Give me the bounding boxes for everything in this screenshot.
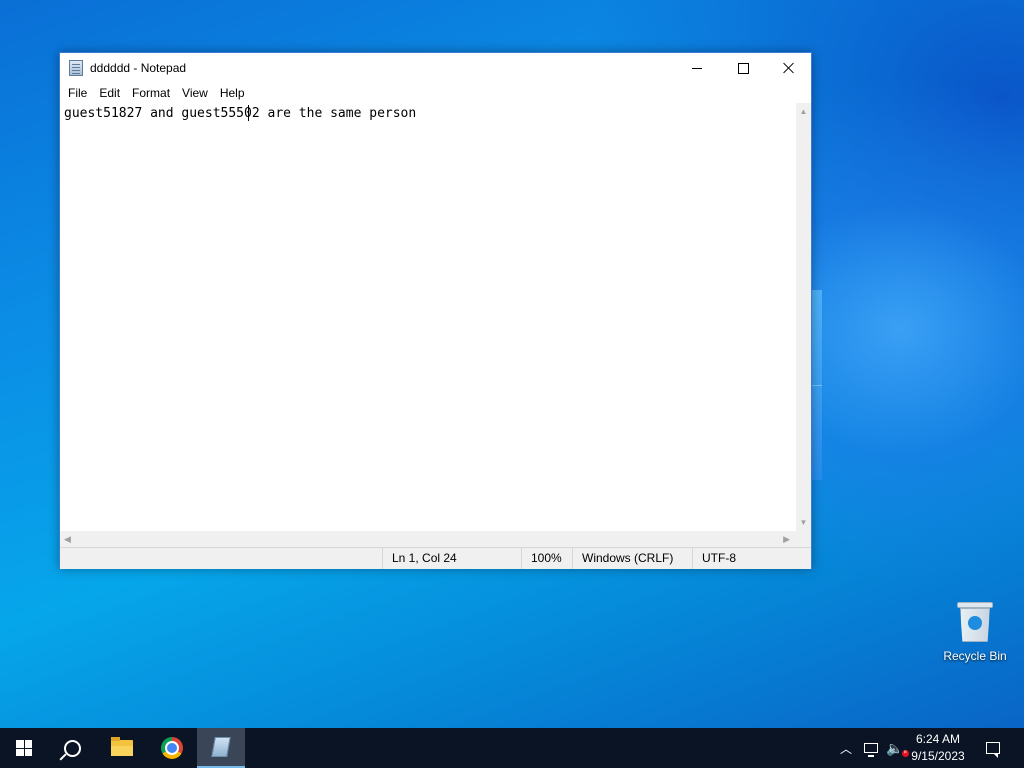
- menu-edit[interactable]: Edit: [93, 86, 126, 100]
- recycle-bin-label: Recycle Bin: [943, 649, 1007, 663]
- notepad-icon: [69, 60, 83, 76]
- minimize-button[interactable]: [674, 53, 720, 83]
- menu-format[interactable]: Format: [126, 86, 176, 100]
- status-line-ending: Windows (CRLF): [572, 548, 692, 569]
- taskbar-chrome[interactable]: [148, 728, 196, 768]
- clock-date: 9/15/2023: [911, 749, 965, 763]
- notification-icon: [986, 742, 1000, 758]
- text-caret: [248, 105, 249, 121]
- clock-time: 6:24 AM: [915, 732, 961, 746]
- menu-help[interactable]: Help: [214, 86, 251, 100]
- show-hidden-icons-button[interactable]: ︿: [838, 728, 854, 768]
- desktop-icon-recycle-bin[interactable]: Recycle Bin: [940, 600, 1010, 663]
- windows-logo-icon: [16, 740, 32, 756]
- desktop-light-beam-lower: [812, 385, 822, 481]
- horizontal-scrollbar[interactable]: ◀ ▶: [60, 531, 796, 547]
- volume-muted-icon: 🔈 ×: [886, 739, 909, 757]
- vertical-scrollbar[interactable]: ▲ ▼: [796, 103, 811, 531]
- taskbar-notepad[interactable]: [197, 728, 245, 768]
- notepad-icon: [211, 737, 231, 757]
- close-icon: [783, 62, 795, 74]
- menu-view[interactable]: View: [176, 86, 214, 100]
- minimize-icon: [692, 67, 702, 69]
- notepad-window[interactable]: dddddd - Notepad File Edit Format View H…: [59, 52, 812, 569]
- chrome-icon: [161, 737, 183, 759]
- scrollbar-corner: [796, 531, 811, 547]
- network-button[interactable]: [860, 728, 882, 768]
- scroll-left-icon[interactable]: ◀: [64, 534, 71, 545]
- maximize-button[interactable]: [720, 53, 766, 83]
- text-editor[interactable]: guest51827 and guest55502 are the same p…: [60, 103, 796, 531]
- close-button[interactable]: [766, 53, 812, 83]
- menu-bar: File Edit Format View Help: [60, 83, 811, 102]
- status-cursor-position: Ln 1, Col 24: [382, 548, 521, 569]
- title-bar[interactable]: dddddd - Notepad: [60, 53, 811, 83]
- status-bar: Ln 1, Col 24 100% Windows (CRLF) UTF-8: [60, 547, 811, 569]
- scroll-up-icon[interactable]: ▲: [799, 107, 808, 116]
- network-icon: [864, 743, 878, 757]
- chevron-up-icon: ︿: [839, 741, 852, 756]
- editor-content[interactable]: guest51827 and guest55502 are the same p…: [64, 106, 416, 121]
- start-button[interactable]: [0, 728, 48, 768]
- recycle-bin-icon: [957, 600, 993, 642]
- search-icon: [63, 739, 81, 757]
- scroll-right-icon[interactable]: ▶: [783, 534, 790, 545]
- volume-button[interactable]: 🔈 ×: [884, 728, 909, 768]
- folder-icon: [111, 737, 133, 756]
- taskbar: ︿ 🔈 × 6:24 AM 9/15/2023: [0, 728, 1024, 768]
- maximize-icon: [737, 62, 749, 74]
- taskbar-clock[interactable]: 6:24 AM 9/15/2023: [908, 731, 968, 765]
- window-title: dddddd - Notepad: [90, 61, 187, 75]
- menu-file[interactable]: File: [62, 86, 93, 100]
- search-button[interactable]: [48, 728, 96, 768]
- status-zoom: 100%: [521, 548, 572, 569]
- status-encoding: UTF-8: [692, 548, 811, 569]
- action-center-button[interactable]: [978, 728, 1008, 768]
- scroll-down-icon[interactable]: ▼: [799, 518, 808, 527]
- taskbar-file-explorer[interactable]: [98, 728, 146, 768]
